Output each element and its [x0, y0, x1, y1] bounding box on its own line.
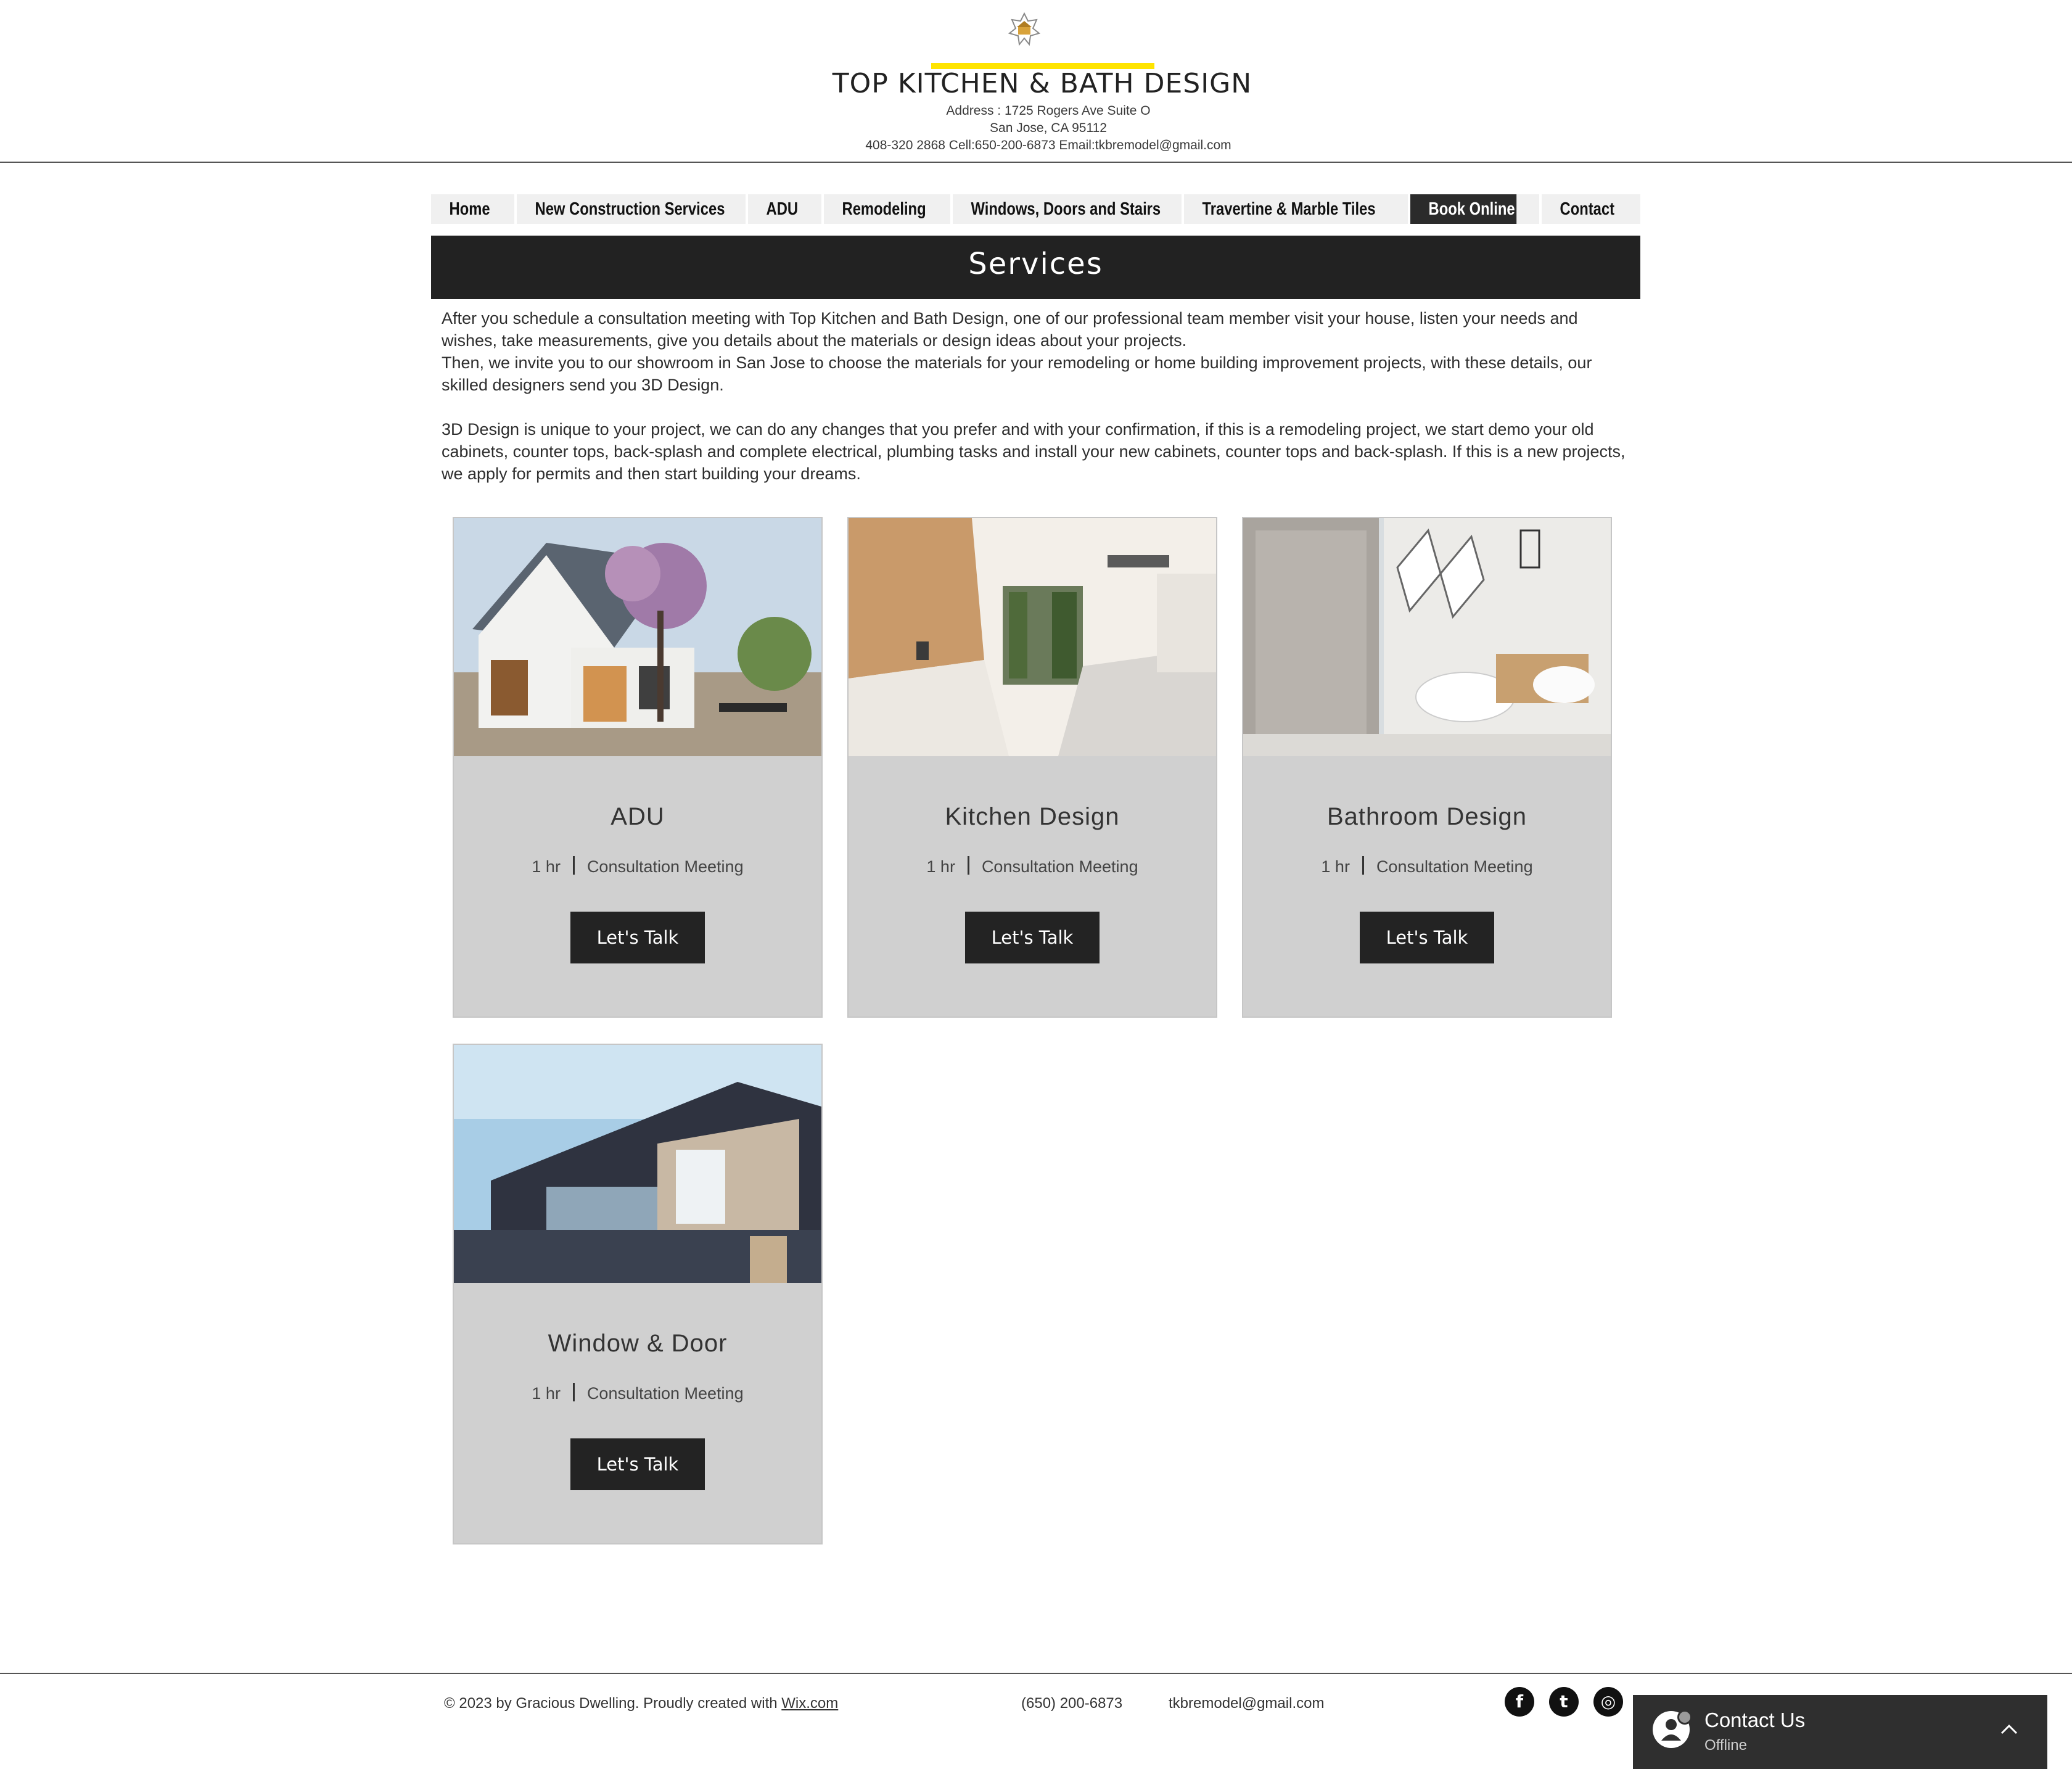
meta-divider: [967, 856, 969, 875]
service-card-adu: ADU 1 hr Consultation Meeting Let's Talk: [453, 517, 823, 1018]
intro-paragraph: Then, we invite you to our showroom in S…: [442, 353, 1592, 394]
window-door-photo: [454, 1045, 821, 1283]
card-title[interactable]: Kitchen Design: [849, 803, 1216, 831]
page-title: Services: [968, 247, 1103, 281]
offline-status-dot: [1677, 1710, 1692, 1725]
chevron-up-icon[interactable]: [1998, 1718, 2020, 1741]
service-type-label: Consultation Meeting: [586, 857, 744, 876]
kitchen-photo: [849, 518, 1216, 756]
service-type-label: Consultation Meeting: [981, 857, 1138, 876]
nav-item-windows-doors-stairs[interactable]: Windows, Doors and Stairs: [953, 194, 1161, 224]
nav-item-home[interactable]: Home: [431, 194, 500, 224]
footer-email[interactable]: tkbremodel@gmail.com: [1169, 1695, 1324, 1712]
card-title[interactable]: Bathroom Design: [1243, 803, 1611, 831]
twitter-icon[interactable]: t: [1549, 1687, 1579, 1717]
card-meta: 1 hr Consultation Meeting: [1243, 856, 1611, 876]
facebook-glyph: f: [1515, 1691, 1524, 1712]
duration-label: 1 hr: [1321, 857, 1350, 876]
site-title[interactable]: TOP KITCHEN & BATH DESIGN: [0, 68, 2072, 99]
instagram-icon[interactable]: ◎: [1593, 1687, 1623, 1717]
intro-text: After you schedule a consultation meetin…: [442, 307, 1632, 485]
card-title[interactable]: Window & Door: [454, 1330, 821, 1358]
service-card-bathroom: Bathroom Design 1 hr Consultation Meeting…: [1242, 517, 1612, 1018]
nav-item-new-construction[interactable]: New Construction Services: [517, 194, 725, 224]
card-meta: 1 hr Consultation Meeting: [454, 856, 821, 876]
nav-item-remodeling[interactable]: Remodeling: [824, 194, 928, 224]
lets-talk-button[interactable]: Let's Talk: [965, 912, 1100, 963]
lets-talk-button[interactable]: Let's Talk: [570, 912, 705, 963]
wix-link[interactable]: Wix.com: [781, 1695, 838, 1712]
footer-phone: (650) 200-6873: [1021, 1695, 1123, 1712]
main-nav: Home New Construction Services ADU Remod…: [431, 194, 1640, 224]
nav-item-adu[interactable]: ADU: [748, 194, 808, 224]
city-line: San Jose, CA 95112: [990, 121, 1107, 135]
chat-status: Offline: [1704, 1737, 1747, 1754]
footer-divider: [0, 1673, 2072, 1674]
meta-divider: [572, 856, 575, 875]
nav-item-travertine-marble[interactable]: Travertine & Marble Tiles: [1184, 194, 1376, 224]
card-title[interactable]: ADU: [454, 803, 821, 831]
service-type-label: Consultation Meeting: [1376, 857, 1533, 876]
twitter-glyph: t: [1560, 1691, 1568, 1712]
lets-talk-button[interactable]: Let's Talk: [570, 1438, 705, 1490]
copyright-text: © 2023 by Gracious Dwelling. Proudly cre…: [444, 1695, 782, 1712]
nav-item-book-online[interactable]: Book Online: [1410, 194, 1517, 224]
duration-label: 1 hr: [926, 857, 955, 876]
service-card-kitchen: Kitchen Design 1 hr Consultation Meeting …: [847, 517, 1217, 1018]
service-type-label: Consultation Meeting: [586, 1384, 744, 1403]
duration-label: 1 hr: [532, 1384, 561, 1403]
service-card-window-door: Window & Door 1 hr Consultation Meeting L…: [453, 1044, 823, 1544]
header-divider: [0, 162, 2072, 163]
intro-paragraph: 3D Design is unique to your project, we …: [442, 420, 1626, 483]
nav-item-contact[interactable]: Contact: [1542, 194, 1622, 224]
intro-paragraph: After you schedule a consultation meetin…: [442, 309, 1578, 350]
adu-photo: [454, 518, 821, 756]
meta-divider: [572, 1383, 575, 1401]
chat-widget[interactable]: [1633, 1695, 2047, 1769]
contact-line: 408-320 2868 Cell:650-200-6873 Email:tkb…: [865, 138, 1231, 152]
address-line: Address : 1725 Rogers Ave Suite O: [946, 104, 1151, 118]
meta-divider: [1362, 856, 1364, 875]
facebook-icon[interactable]: f: [1505, 1687, 1534, 1717]
house-star-logo-icon[interactable]: [1007, 12, 1042, 47]
card-meta: 1 hr Consultation Meeting: [849, 856, 1216, 876]
bathroom-photo: [1243, 518, 1611, 756]
copyright: © 2023 by Gracious Dwelling. Proudly cre…: [444, 1695, 838, 1712]
chat-title[interactable]: Contact Us: [1704, 1709, 1805, 1732]
duration-label: 1 hr: [532, 857, 561, 876]
instagram-glyph: ◎: [1600, 1691, 1616, 1712]
lets-talk-button[interactable]: Let's Talk: [1360, 912, 1494, 963]
card-meta: 1 hr Consultation Meeting: [454, 1383, 821, 1403]
